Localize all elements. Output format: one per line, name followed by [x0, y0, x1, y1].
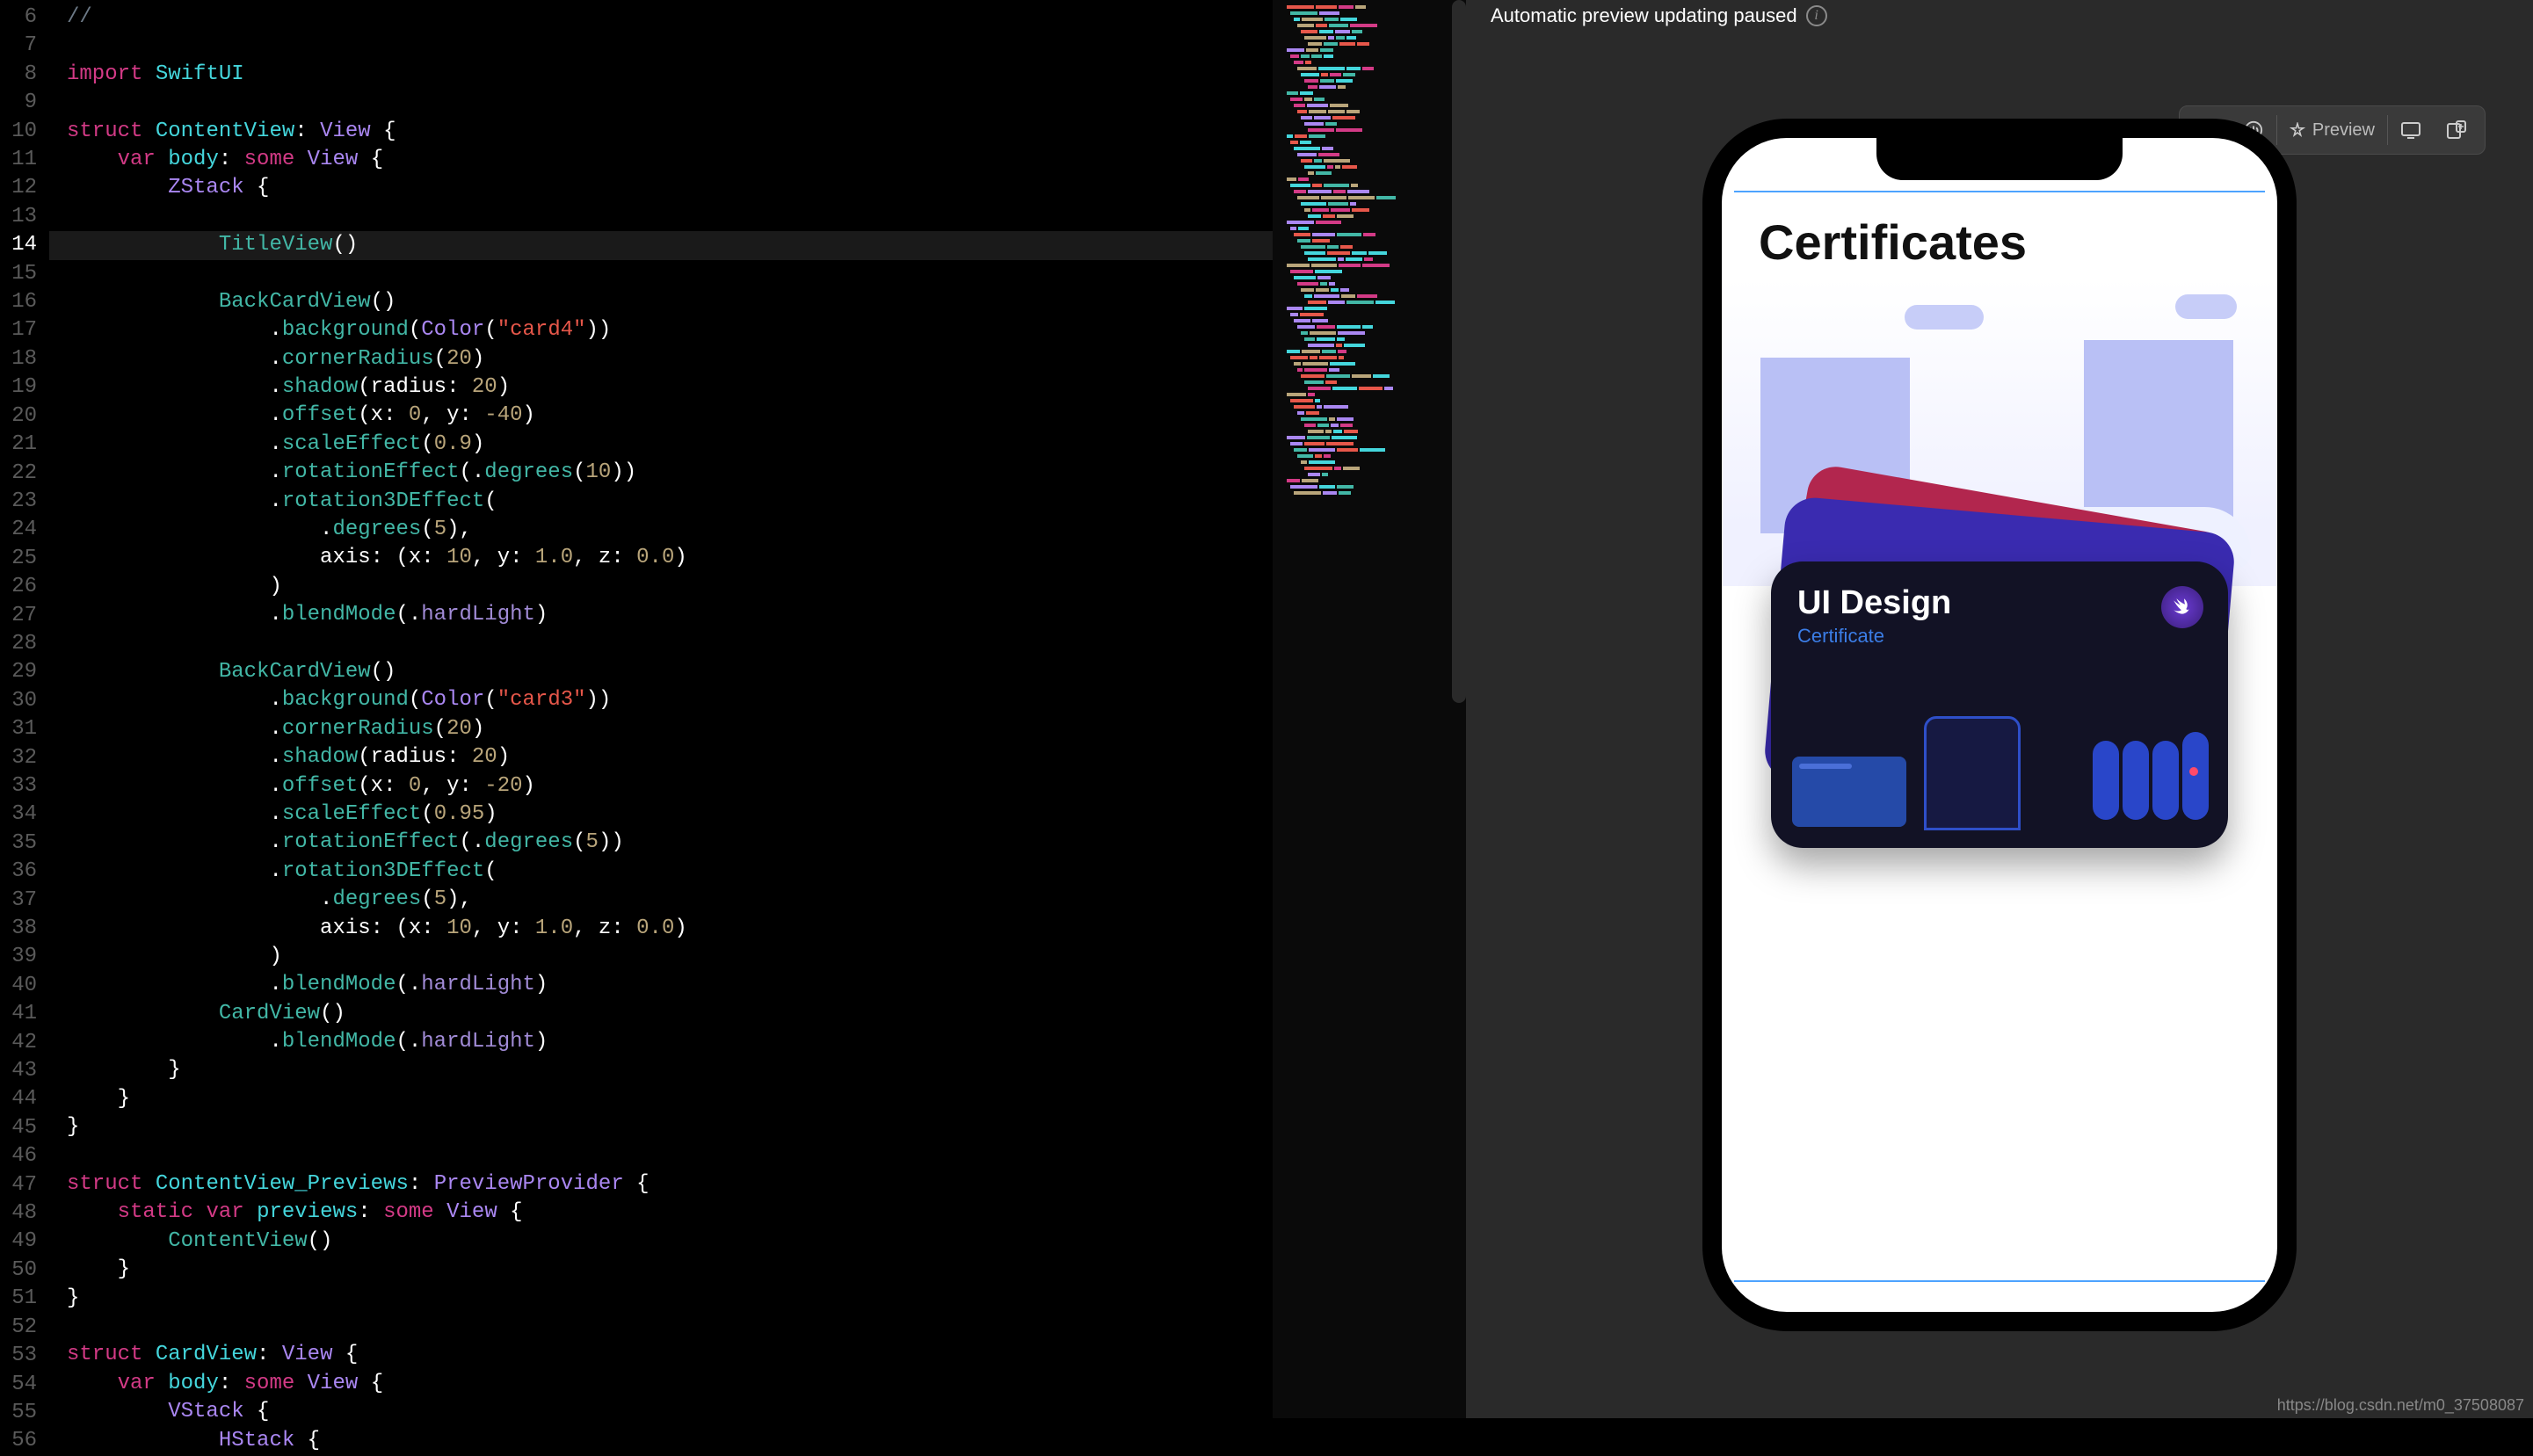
preview-label-button[interactable]: Preview: [2277, 112, 2387, 148]
minimap[interactable]: [1273, 0, 1466, 1418]
device-screen: Certificates UI Design Certificate: [1722, 138, 2277, 1312]
card-subtitle: Certificate: [1797, 625, 1884, 648]
swift-logo-icon: [2161, 586, 2203, 628]
watermark-text: https://blog.csdn.net/m0_37508087: [2277, 1396, 2524, 1415]
device-notch: [1876, 138, 2123, 180]
preview-status-text: Automatic preview updating paused: [1491, 4, 1797, 27]
info-icon[interactable]: i: [1806, 5, 1827, 26]
scroll-thumb[interactable]: [1452, 0, 1466, 703]
code-area[interactable]: //import SwiftUIstruct ContentView: View…: [49, 0, 1273, 1418]
preview-status-bar: Automatic preview updating paused i: [1466, 0, 2533, 32]
iphone-device-frame: Certificates UI Design Certificate: [1702, 119, 2297, 1331]
app-title: Certificates: [1759, 214, 2027, 271]
card-illustration: [1792, 699, 2207, 830]
preview-pane: Automatic preview updating paused i Prev…: [1466, 0, 2533, 1418]
preview-toolbar-label: Preview: [2312, 120, 2375, 141]
device-select-button[interactable]: [2388, 112, 2434, 148]
front-card: UI Design Certificate: [1771, 561, 2228, 848]
card-title: UI Design: [1797, 584, 1951, 622]
code-editor[interactable]: 6789101112131415161718192021222324252627…: [0, 0, 1466, 1418]
add-device-button[interactable]: [2434, 112, 2479, 148]
device-canvas-area[interactable]: Certificates UI Design Certificate: [1466, 32, 2533, 1418]
line-gutter: 6789101112131415161718192021222324252627…: [0, 0, 49, 1418]
